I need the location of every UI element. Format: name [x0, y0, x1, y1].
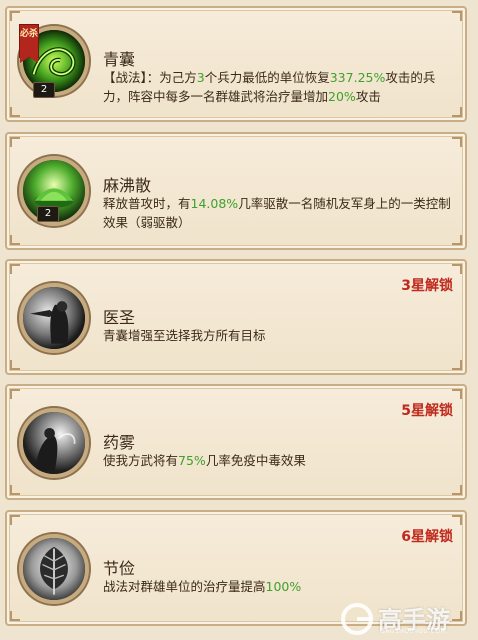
skill-description: 战法对群雄单位的治疗量提高100%	[103, 577, 451, 596]
skill-description: 青囊增强至选择我方所有目标	[103, 326, 451, 345]
highlight-value: 20%	[328, 89, 356, 104]
desc-text: 【战法】：为己方	[103, 70, 197, 85]
watermark-url: GAOSHOUYOU.COM	[380, 628, 447, 635]
site-watermark: 高手游 GAOSHOUYOU.COM	[340, 600, 470, 638]
skill-name: 麻沸散	[103, 176, 152, 195]
skill-description: 【战法】：为己方3个兵力最低的单位恢复337.25%攻击的兵力，阵容中每多一名群…	[103, 68, 451, 106]
skill-list: 2 必杀 青囊 【战法】：为己方3个兵力最低的单位恢复337.25%攻击的兵力，…	[0, 0, 478, 640]
leaf-icon	[19, 534, 89, 604]
level-badge: 2	[33, 82, 55, 98]
highlight-value: 14.08%	[190, 196, 239, 211]
skill-description: 释放普攻时，有14.08%几率驱散一名随机友军身上的一类控制效果（弱驱散）	[103, 194, 451, 232]
watermark-logo-icon	[341, 603, 373, 635]
highlight-value: 3	[196, 70, 205, 85]
level-badge: 2	[37, 206, 59, 222]
highlight-value: 100%	[265, 579, 302, 594]
healer-silhouette-icon	[19, 283, 89, 353]
desc-text: 释放普攻时，有	[103, 196, 191, 211]
desc-text: 青囊增强至选择我方所有目标	[103, 328, 266, 343]
unlock-requirement: 6星解锁	[401, 529, 453, 545]
skill-card-yisheng[interactable]: 3星解锁 医圣 青囊增强至选择我方所有目标	[5, 259, 467, 375]
skill-card-yaowu[interactable]: 5星解锁 药雾 使我方武将有75%几率免疫中毒效果	[5, 384, 467, 500]
desc-text: 攻击	[355, 89, 381, 104]
highlight-value: 75%	[178, 453, 206, 468]
skill-name: 青囊	[103, 50, 136, 69]
skill-name: 药雾	[103, 433, 136, 452]
skill-name: 医圣	[103, 308, 136, 327]
skill-card-qingnang[interactable]: 2 必杀 青囊 【战法】：为己方3个兵力最低的单位恢复337.25%攻击的兵力，…	[5, 6, 467, 122]
unlock-requirement: 3星解锁	[401, 278, 453, 294]
desc-text: 战法对群雄单位的治疗量提高	[103, 579, 266, 594]
skill-description: 使我方武将有75%几率免疫中毒效果	[103, 451, 451, 470]
unlock-requirement: 5星解锁	[401, 403, 453, 419]
mist-figure-icon	[19, 408, 89, 478]
highlight-value: 337.25%	[329, 70, 386, 85]
ultimate-badge: 必杀	[19, 24, 39, 63]
skill-name: 节俭	[103, 559, 136, 578]
desc-text: 个兵力最低的单位恢复	[204, 70, 330, 85]
desc-text: 几率免疫中毒效果	[205, 453, 306, 468]
desc-text: 使我方武将有	[103, 453, 179, 468]
skill-card-mafeisan[interactable]: 2 麻沸散 释放普攻时，有14.08%几率驱散一名随机友军身上的一类控制效果（弱…	[5, 132, 467, 250]
